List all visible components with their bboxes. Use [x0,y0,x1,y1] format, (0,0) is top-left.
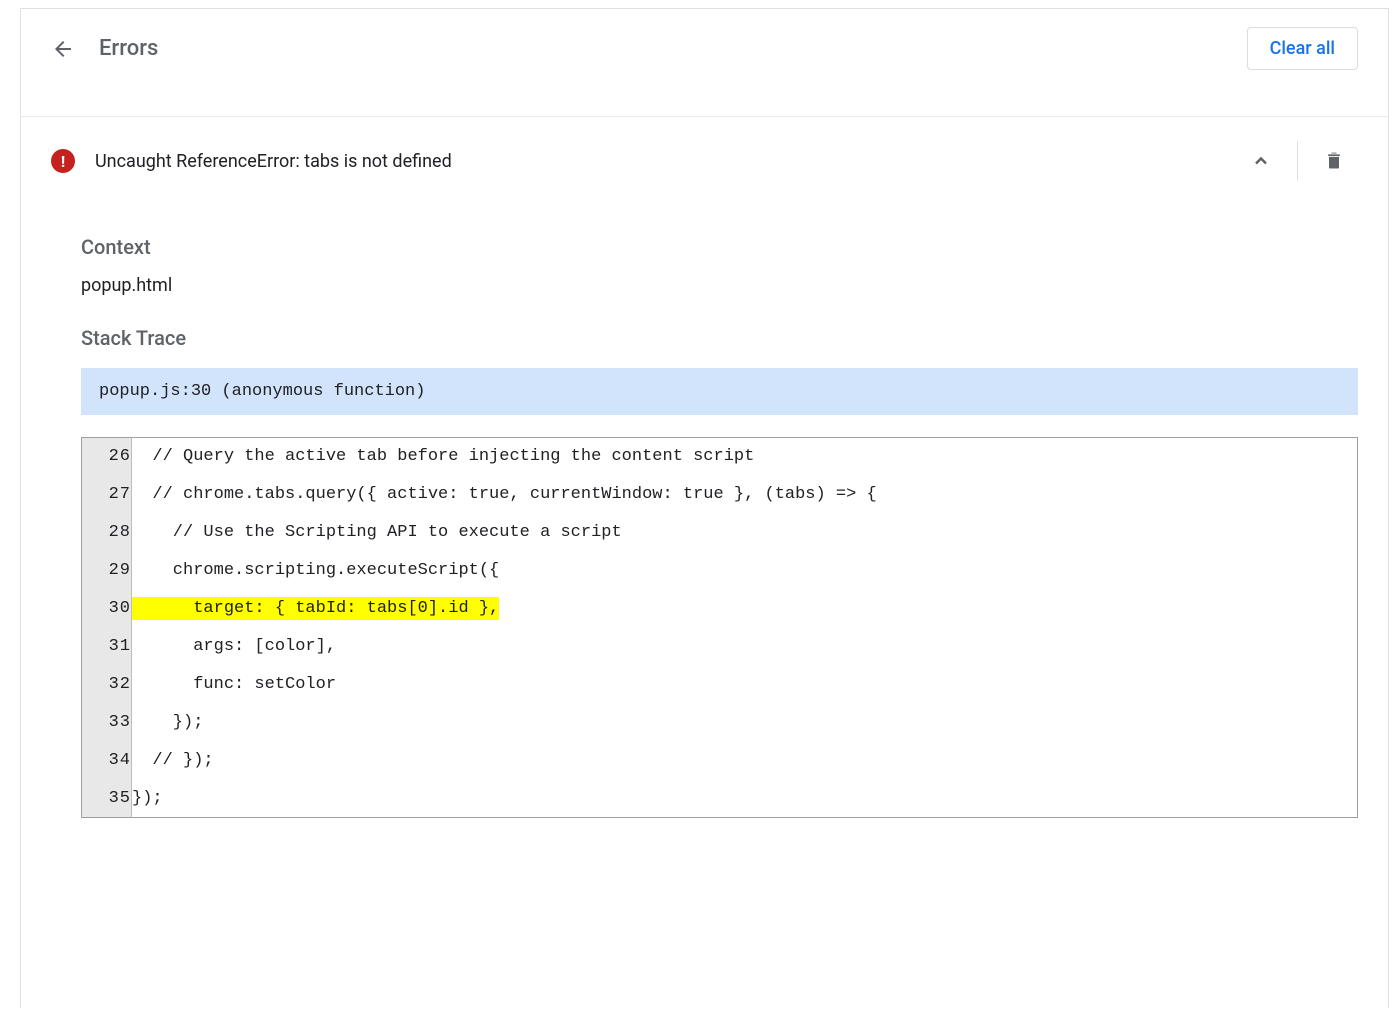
collapse-icon[interactable] [1237,137,1285,185]
code-line-row: 31 args: [color], [82,628,1358,666]
line-number: 28 [82,514,132,552]
stack-trace-heading: Stack Trace [81,326,1358,350]
line-number: 31 [82,628,132,666]
line-number: 26 [82,438,132,476]
back-arrow-icon[interactable] [51,37,75,61]
error-detail-content: Context popup.html Stack Trace popup.js:… [21,235,1388,848]
errors-page: Errors Clear all ! Uncaught ReferenceErr… [20,8,1389,1008]
code-line-row: 29 chrome.scripting.executeScript({ [82,552,1358,590]
code-line: }); [132,780,1358,818]
code-line: target: { tabId: tabs[0].id }, [132,590,1358,628]
code-line: // Use the Scripting API to execute a sc… [132,514,1358,552]
code-line-row: 33 }); [82,704,1358,742]
line-number: 30 [82,590,132,628]
error-icon: ! [51,149,75,173]
error-row-left: ! Uncaught ReferenceError: tabs is not d… [51,149,452,173]
code-line: // Query the active tab before injecting… [132,438,1358,476]
code-line-row: 35}); [82,780,1358,818]
stack-frame-location[interactable]: popup.js:30 (anonymous function) [81,368,1358,415]
code-line-row: 30 target: { tabId: tabs[0].id }, [82,590,1358,628]
vertical-divider [1297,141,1298,181]
code-line: }); [132,704,1358,742]
line-number: 33 [82,704,132,742]
code-line: // }); [132,742,1358,780]
line-number: 32 [82,666,132,704]
line-number: 27 [82,476,132,514]
code-line: // chrome.tabs.query({ active: true, cur… [132,476,1358,514]
highlighted-code: target: { tabId: tabs[0].id }, [132,597,499,620]
code-snippet-body: 26 // Query the active tab before inject… [82,438,1358,818]
page-header: Errors Clear all [21,9,1388,88]
code-line: func: setColor [132,666,1358,704]
code-line-row: 27 // chrome.tabs.query({ active: true, … [82,476,1358,514]
code-line: chrome.scripting.executeScript({ [132,552,1358,590]
error-row: ! Uncaught ReferenceError: tabs is not d… [21,117,1388,205]
code-snippet-table: 26 // Query the active tab before inject… [81,437,1358,818]
code-line-row: 28 // Use the Scripting API to execute a… [82,514,1358,552]
error-row-actions [1237,137,1358,185]
error-message: Uncaught ReferenceError: tabs is not def… [95,151,452,172]
line-number: 35 [82,780,132,818]
delete-icon[interactable] [1310,137,1358,185]
header-left: Errors [51,36,158,61]
page-title: Errors [99,36,158,61]
code-line-row: 26 // Query the active tab before inject… [82,438,1358,476]
line-number: 34 [82,742,132,780]
code-line-row: 32 func: setColor [82,666,1358,704]
error-badge-symbol: ! [61,152,65,171]
line-number: 29 [82,552,132,590]
code-line: args: [color], [132,628,1358,666]
context-heading: Context [81,235,1358,259]
clear-all-button[interactable]: Clear all [1247,27,1358,70]
context-file: popup.html [81,275,1358,296]
code-line-row: 34 // }); [82,742,1358,780]
